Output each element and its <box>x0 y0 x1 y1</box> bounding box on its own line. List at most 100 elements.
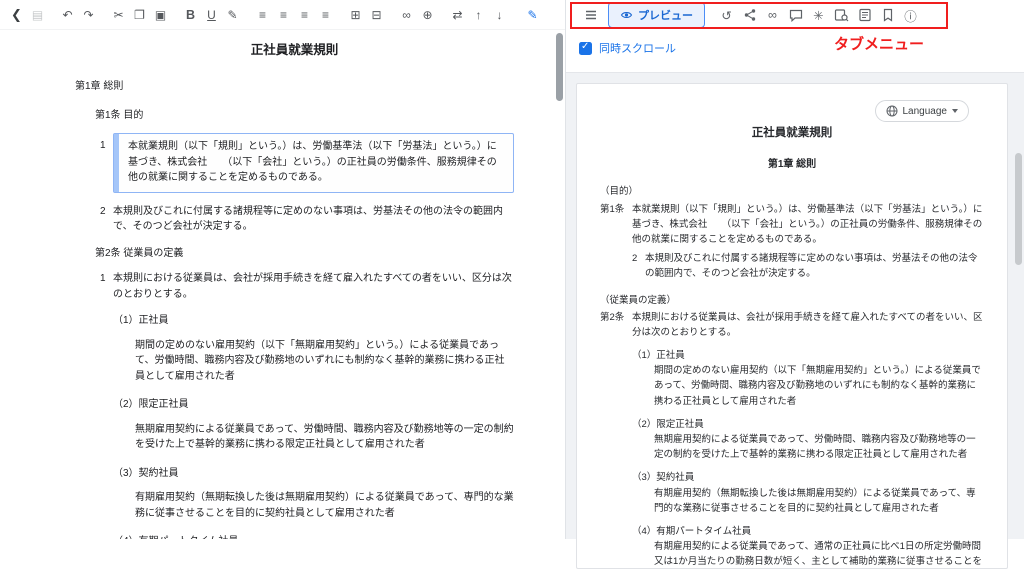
table-settings-icon[interactable]: ⊟ <box>366 2 387 28</box>
article1-heading: 第1条 目的 <box>95 108 514 124</box>
sync-scroll-row: 同時スクロール <box>566 30 1024 65</box>
paste-icon[interactable]: ▣ <box>150 2 171 28</box>
paragraph-text: 本規則における従業員は、会社が採用手続きを経て雇入れたすべての者をいい、区分は次… <box>113 271 514 302</box>
paragraph-number: 1 <box>100 133 113 193</box>
paragraph-text: 本就業規則（以下「規則」という。）は、労働基準法（以下「労基法」という。）に基づ… <box>632 202 984 248</box>
article-label: 第2条 <box>600 310 632 340</box>
item-label: （2）限定正社員 <box>113 397 514 413</box>
preview-button[interactable]: プレビュー <box>608 2 705 28</box>
item-label: （1）正社員 <box>113 313 514 329</box>
selection-box: 本就業規則（以下「規則」という。）は、労働基準法（以下「労基法」という。）に基づ… <box>113 133 514 193</box>
item-label: （4）有期パートタイム社員 <box>113 534 514 539</box>
item-body: 有期雇用契約による従業員であって、通常の正社員に比べ1日の所定労働時間又は1か月… <box>654 539 984 569</box>
globe-icon <box>886 105 898 117</box>
article-label: 第1条 <box>600 202 632 248</box>
article2-heading: 第2条 従業員の定義 <box>95 246 514 262</box>
item-body: 期間の定めのない雇用契約（以下「無期雇用契約」という。）による従業員であって、労… <box>135 338 514 385</box>
preview-scrollbar[interactable] <box>1015 149 1023 539</box>
sync-scroll-checkbox[interactable] <box>579 42 592 55</box>
definition-item[interactable]: （3）契約社員 有期雇用契約（無期転換した後は無期雇用契約）による従業員であって… <box>75 466 514 522</box>
item-body: 無期雇用契約による従業員であって、労働時間、職務内容及び勤務地等の一定の制約を受… <box>654 432 984 462</box>
preview-paragraph: 第1条 本就業規則（以下「規則」という。）は、労働基準法（以下「労基法」という。… <box>600 202 984 248</box>
preview-document: Language 正社員就業規則 第1章 総則 （目的） 第1条 本就業規則（以… <box>576 83 1008 569</box>
annotation-label: タブメニュー <box>834 33 924 54</box>
preview-button-label: プレビュー <box>638 7 693 23</box>
editor-pane: ❮ ▤ ↶ ↷ ✂ ❐ ▣ B U ✎ ≡ ≡ ≡ ≡ ⊞ ⊟ ∞ ⊕ ⇄ ↑ … <box>0 0 566 539</box>
align-center-icon[interactable]: ≡ <box>273 2 294 28</box>
preview-definition-item: （4）有期パートタイム社員 有期雇用契約による従業員であって、通常の正社員に比べ… <box>632 524 984 569</box>
insert-field-icon[interactable]: ⊕ <box>417 2 438 28</box>
move-up-icon[interactable]: ↑ <box>468 2 489 28</box>
highlighter-icon[interactable]: ✎ <box>222 2 243 28</box>
preview-paragraph: 第2条 本規則における従業員は、会社が採用手続きを経て雇入れたすべての者をいい、… <box>600 310 984 340</box>
scrollbar-thumb[interactable] <box>1015 153 1022 265</box>
bookmark-icon[interactable] <box>876 2 899 28</box>
preview-definition-item: （1）正社員 期間の定めのない雇用契約（以下「無期雇用契約」という。）による従業… <box>632 348 984 409</box>
chevron-down-icon <box>952 109 958 113</box>
chapter-heading: 第1章 総則 <box>75 79 514 95</box>
preview-definition-item: （3）契約社員 有期雇用契約（無期転換した後は無期雇用契約）による従業員であって… <box>632 470 984 516</box>
share-icon[interactable] <box>738 2 761 28</box>
paragraph[interactable]: 2 本規則及びこれに付属する諸規程等に定めのない事項は、労基法その他の法令の範囲… <box>100 204 514 235</box>
undo-icon[interactable]: ↶ <box>57 2 78 28</box>
paragraph-text: 本規則及びこれに付属する諸規程等に定めのない事項は、労基法その他の法令の範囲内で… <box>645 251 984 281</box>
document-title: 正社員就業規則 <box>75 41 514 60</box>
sync-scroll-label: 同時スクロール <box>599 40 676 56</box>
preview-chapter: 第1章 総則 <box>600 157 984 173</box>
definition-item[interactable]: （4）有期パートタイム社員 有期雇用契約による従業員であって、通常の正社員に比べ… <box>75 534 514 539</box>
document-search-icon[interactable] <box>830 2 853 28</box>
preview-paragraph: 2 本規則及びこれに付属する諸規程等に定めのない事項は、労基法その他の法令の範囲… <box>632 251 984 281</box>
editor-scrollbar[interactable] <box>555 31 565 539</box>
preview-definition-item: （2）限定正社員 無期雇用契約による従業員であって、労働時間、職務内容及び勤務地… <box>632 417 984 463</box>
editor-document[interactable]: 正社員就業規則 第1章 総則 第1条 目的 1 本就業規則（以下「規則」という。… <box>0 31 554 539</box>
item-label: （3）契約社員 <box>113 466 514 482</box>
paragraph-text: 本規則及びこれに付属する諸規程等に定めのない事項は、労基法その他の法令の範囲内で… <box>113 204 514 235</box>
align-right-icon[interactable]: ≡ <box>294 2 315 28</box>
bold-icon[interactable]: B <box>180 2 201 28</box>
back-icon[interactable]: ❮ <box>6 2 27 28</box>
app-window: ❮ ▤ ↶ ↷ ✂ ❐ ▣ B U ✎ ≡ ≡ ≡ ≡ ⊞ ⊟ ∞ ⊕ ⇄ ↑ … <box>0 0 1024 539</box>
definition-heading: （従業員の定義） <box>600 293 984 308</box>
info-icon[interactable]: ⓘ <box>899 2 922 28</box>
underline-icon[interactable]: U <box>201 2 222 28</box>
move-down-icon[interactable]: ↓ <box>489 2 510 28</box>
item-body: 有期雇用契約（無期転換した後は無期雇用契約）による従業員であって、専門的な業務に… <box>135 490 514 521</box>
scrollbar-thumb[interactable] <box>556 33 563 101</box>
item-body: 期間の定めのない雇用契約（以下「無期雇用契約」という。）による従業員であって、労… <box>654 363 984 409</box>
paragraph-number: 2 <box>100 204 113 235</box>
asterisk-icon[interactable]: ✳ <box>807 2 830 28</box>
justify-icon[interactable]: ≡ <box>315 2 336 28</box>
paragraph-text: 本規則における従業員は、会社が採用手続きを経て雇入れたすべての者をいい、区分は次… <box>632 310 984 340</box>
edit-pen-icon[interactable]: ✎ <box>522 2 543 28</box>
language-button[interactable]: Language <box>875 100 970 122</box>
selected-paragraph[interactable]: 1 本就業規則（以下「規則」という。）は、労働基準法（以下「労基法」という。）に… <box>100 133 514 193</box>
definition-item[interactable]: （2）限定正社員 無期雇用契約による従業員であって、労働時間、職務内容及び勤務地… <box>75 397 514 453</box>
align-left-icon[interactable]: ≡ <box>252 2 273 28</box>
copy-icon[interactable]: ❐ <box>129 2 150 28</box>
link-icon[interactable]: ∞ <box>761 2 784 28</box>
link-icon[interactable]: ∞ <box>396 2 417 28</box>
redo-icon[interactable]: ↷ <box>78 2 99 28</box>
history-icon[interactable]: ↺ <box>715 2 738 28</box>
definition-item[interactable]: （1）正社員 期間の定めのない雇用契約（以下「無期雇用契約」という。）による従業… <box>75 313 514 384</box>
preview-toolbar: プレビュー ↺ ∞ ✳ ⓘ <box>566 0 1024 30</box>
item-body: 有期雇用契約（無期転換した後は無期雇用契約）による従業員であって、専門的な業務に… <box>654 486 984 516</box>
item-label: （2）限定正社員 <box>632 417 984 432</box>
menu-icon[interactable] <box>579 2 602 28</box>
editor-toolbar: ❮ ▤ ↶ ↷ ✂ ❐ ▣ B U ✎ ≡ ≡ ≡ ≡ ⊞ ⊟ ∞ ⊕ ⇄ ↑ … <box>0 0 565 30</box>
swap-icon[interactable]: ⇄ <box>447 2 468 28</box>
item-label: （3）契約社員 <box>632 470 984 485</box>
purpose-heading: （目的） <box>600 184 984 199</box>
table-icon[interactable]: ⊞ <box>345 2 366 28</box>
item-label: （4）有期パートタイム社員 <box>632 524 984 539</box>
paragraph[interactable]: 1 本規則における従業員は、会社が採用手続きを経て雇入れたすべての者をいい、区分… <box>100 271 514 302</box>
paragraph-number: 2 <box>632 251 645 281</box>
form-icon[interactable] <box>853 2 876 28</box>
preview-eye-icon <box>620 9 633 21</box>
preview-area: Language 正社員就業規則 第1章 総則 （目的） 第1条 本就業規則（以… <box>566 72 1024 539</box>
save-icon[interactable]: ▤ <box>27 2 48 28</box>
paragraph-number: 1 <box>100 271 113 302</box>
cut-icon[interactable]: ✂ <box>108 2 129 28</box>
item-label: （1）正社員 <box>632 348 984 363</box>
comment-icon[interactable] <box>784 2 807 28</box>
